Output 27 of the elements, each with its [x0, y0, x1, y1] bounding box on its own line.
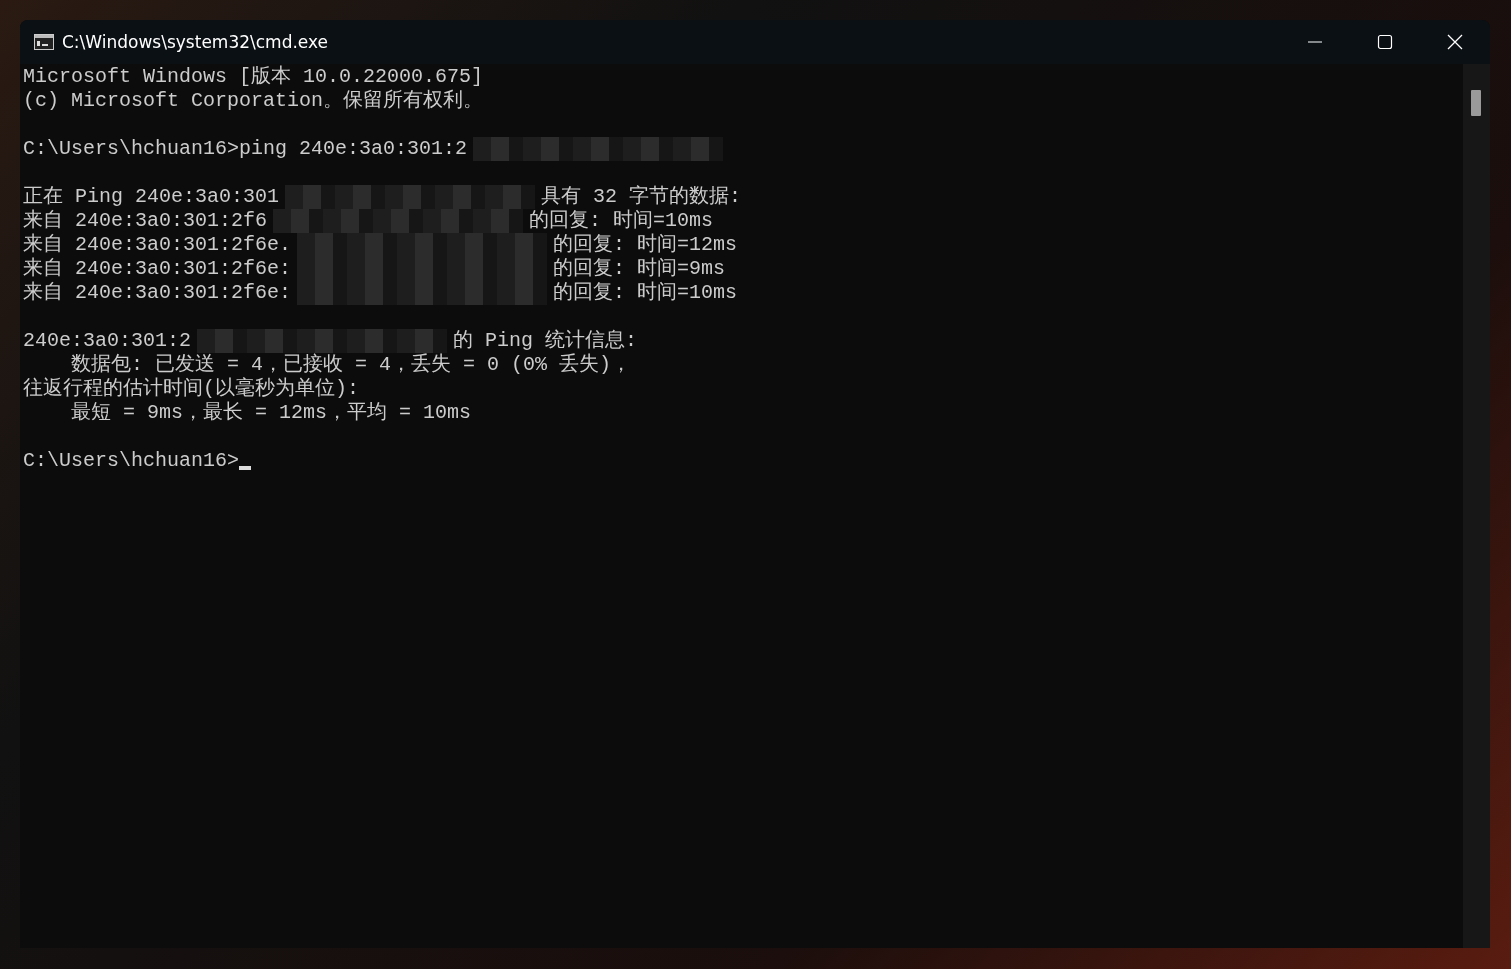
console-text: 来自 240e:3a0:301:2f6e.: [23, 233, 292, 257]
console-text: 正在 Ping 240e:3a0:301: [23, 185, 280, 209]
console-text: C:\Users\hchuan16>ping 240e:3a0:301:2: [23, 137, 468, 161]
console-text: (c) Microsoft Corporation。保留所有权利。: [23, 89, 484, 113]
console-text: 的回复: 时间=12ms: [553, 233, 738, 257]
console-text: 最短 = 9ms，最长 = 12ms，平均 = 10ms: [70, 401, 472, 425]
maximize-icon: [1377, 34, 1393, 50]
console-text: 的 Ping 统计信息:: [453, 329, 638, 353]
text-cursor: [239, 466, 252, 470]
console-text: 来自 240e:3a0:301:2f6e:: [23, 257, 292, 281]
console-text: 具有 32 字节的数据:: [541, 185, 742, 209]
console-text: 的回复: 时间=10ms: [553, 281, 738, 305]
console-text: C:\Users\hchuan16>: [23, 449, 240, 473]
console-text: 240e:3a0:301:2: [23, 329, 192, 353]
scrollbar[interactable]: [1463, 64, 1490, 948]
console-text: 的回复: 时间=10ms: [529, 209, 714, 233]
console-text: 数据包: 已发送 = 4，已接收 = 4，丢失 = 0 (0% 丢失)，: [70, 353, 632, 377]
console-text: 的回复: 时间=9ms: [553, 257, 726, 281]
minimize-icon: [1308, 41, 1322, 43]
terminal-icon: [34, 34, 54, 50]
console-text: 来自 240e:3a0:301:2f6e:: [23, 281, 292, 305]
console-text: Microsoft Windows [版本 10.0.22000.675]: [23, 65, 484, 89]
close-icon: [1447, 34, 1463, 50]
console-text: 来自 240e:3a0:301:2f6: [23, 209, 268, 233]
scrollbar-thumb[interactable]: [1471, 90, 1481, 116]
console-text: 往返行程的估计时间(以毫秒为单位):: [23, 377, 359, 401]
window-title: C:\Windows\system32\cmd.exe: [62, 32, 328, 52]
